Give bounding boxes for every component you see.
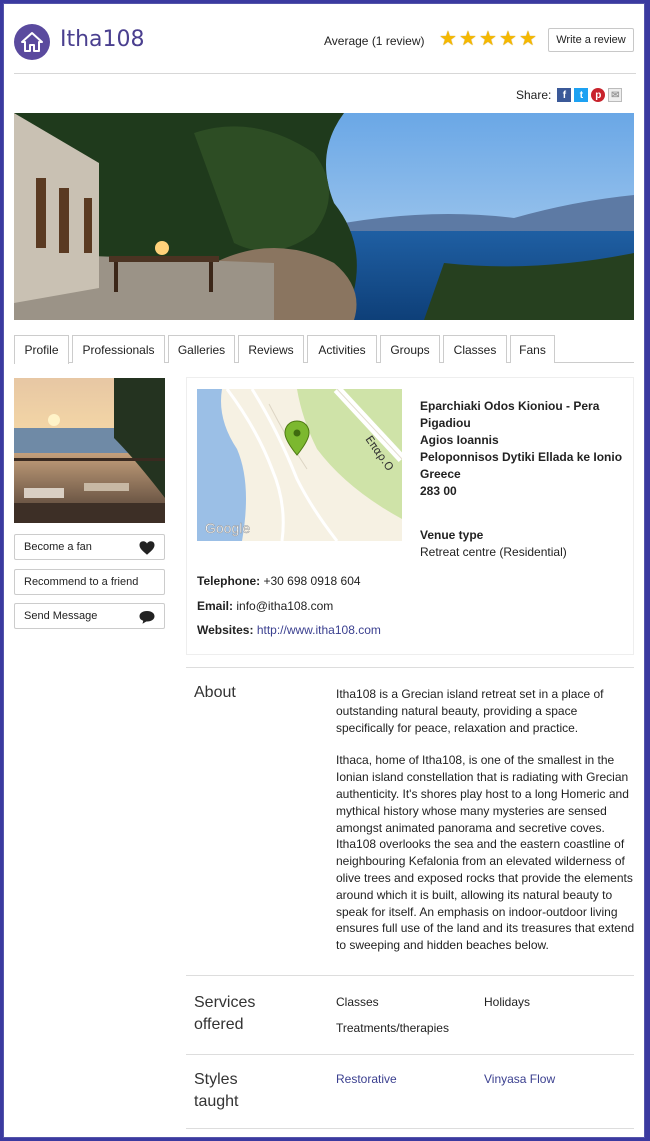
tab-groups[interactable]: Groups [380,335,440,363]
rating-label: Average (1 review) [324,34,425,48]
rating-stars: ★ ★ ★ ★ ★ [439,28,538,50]
share-bar: Share: f t p ✉ [516,88,623,102]
telephone-label: Telephone: [197,574,261,588]
about-paragraph: Itha108 is a Grecian island retreat set … [336,687,604,735]
location-map[interactable]: Επαρ.Ο Google [197,389,402,541]
page-frame: Itha108 Average (1 review) ★ ★ ★ ★ ★ Wri… [3,3,645,1138]
email-label: Email: [197,599,234,613]
telephone-row: Telephone: +30 698 0918 604 [197,574,361,588]
banner-photo [14,113,634,320]
email-icon[interactable]: ✉ [608,88,623,102]
profile-tabs: Profile Professionals Galleries Reviews … [14,335,634,364]
map-brand-label: Google [205,520,250,536]
service-item: Holidays [484,995,531,1009]
styles-heading-line: taught [194,1093,239,1110]
house-icon [21,32,43,52]
tab-professionals[interactable]: Professionals [72,335,165,363]
write-review-button[interactable]: Write a review [548,28,634,52]
star-icon: ★ [459,28,477,50]
divider [186,1054,634,1055]
tab-activities[interactable]: Activities [307,335,377,363]
become-a-fan-label: Become a fan [24,541,92,553]
email-row: Email: info@itha108.com [197,599,333,613]
speech-bubble-icon [139,611,155,624]
pinterest-icon[interactable]: p [591,88,606,102]
tab-fans[interactable]: Fans [510,335,555,363]
tab-profile[interactable]: Profile [14,335,69,364]
services-heading-line: Services [194,994,256,1011]
services-heading: Services offered [194,992,255,1036]
tab-galleries[interactable]: Galleries [168,335,235,363]
twitter-icon[interactable]: t [574,88,589,102]
star-icon: ★ [479,28,497,50]
style-link[interactable]: Vinyasa Flow [484,1072,555,1086]
star-icon: ★ [439,28,457,50]
style-link[interactable]: Restorative [336,1072,397,1086]
divider [186,975,634,976]
become-a-fan-button[interactable]: Become a fan [14,534,165,560]
services-heading-line: offered [194,1016,244,1033]
facebook-icon[interactable]: f [557,88,572,102]
venue-type-value: Retreat centre (Residential) [420,545,567,559]
tab-classes[interactable]: Classes [443,335,507,363]
service-item: Classes [336,995,379,1009]
contact-card: Επαρ.Ο Google Eparchiaki Odos Kioniou - … [186,377,634,655]
star-icon: ★ [499,28,517,50]
about-paragraph: Ithaca, home of Itha108, is one of the s… [336,753,635,953]
profile-photo [14,378,165,523]
header: Itha108 Average (1 review) ★ ★ ★ ★ ★ Wri… [14,22,636,62]
address-line: Agios Ioannis [420,433,499,447]
address-line: Eparchiaki Odos Kioniou - Pera Pigadiou [420,399,600,430]
divider [186,1128,634,1129]
divider [14,73,636,74]
tab-reviews[interactable]: Reviews [238,335,304,363]
heart-icon [139,541,155,555]
address-block: Eparchiaki Odos Kioniou - Pera Pigadiou … [420,398,625,500]
address-line: Peloponnisos Dytiki Ellada ke Ionio [420,450,623,464]
telephone-value: +30 698 0918 604 [263,574,361,588]
website-link[interactable]: http://www.itha108.com [257,623,381,637]
send-message-label: Send Message [24,610,98,622]
email-value[interactable]: info@itha108.com [236,599,333,613]
address-line: 283 00 [420,484,457,498]
star-icon: ★ [519,28,537,50]
websites-label: Websites: [197,623,254,637]
styles-heading: Styles taught [194,1069,238,1113]
share-label: Share: [516,88,552,102]
service-item: Treatments/therapies [336,1021,449,1035]
page-title: Itha108 [60,27,145,52]
divider [186,667,634,668]
about-heading: About [194,684,236,701]
send-message-button[interactable]: Send Message [14,603,165,629]
about-text: Itha108 is a Grecian island retreat set … [336,686,636,954]
recommend-to-friend-button[interactable]: Recommend to a friend [14,569,165,595]
styles-heading-line: Styles [194,1071,238,1088]
venue-type-label: Venue type [420,528,484,542]
websites-row: Websites: http://www.itha108.com [197,623,381,637]
home-logo-icon[interactable] [14,24,50,60]
address-line: Greece [420,467,461,481]
